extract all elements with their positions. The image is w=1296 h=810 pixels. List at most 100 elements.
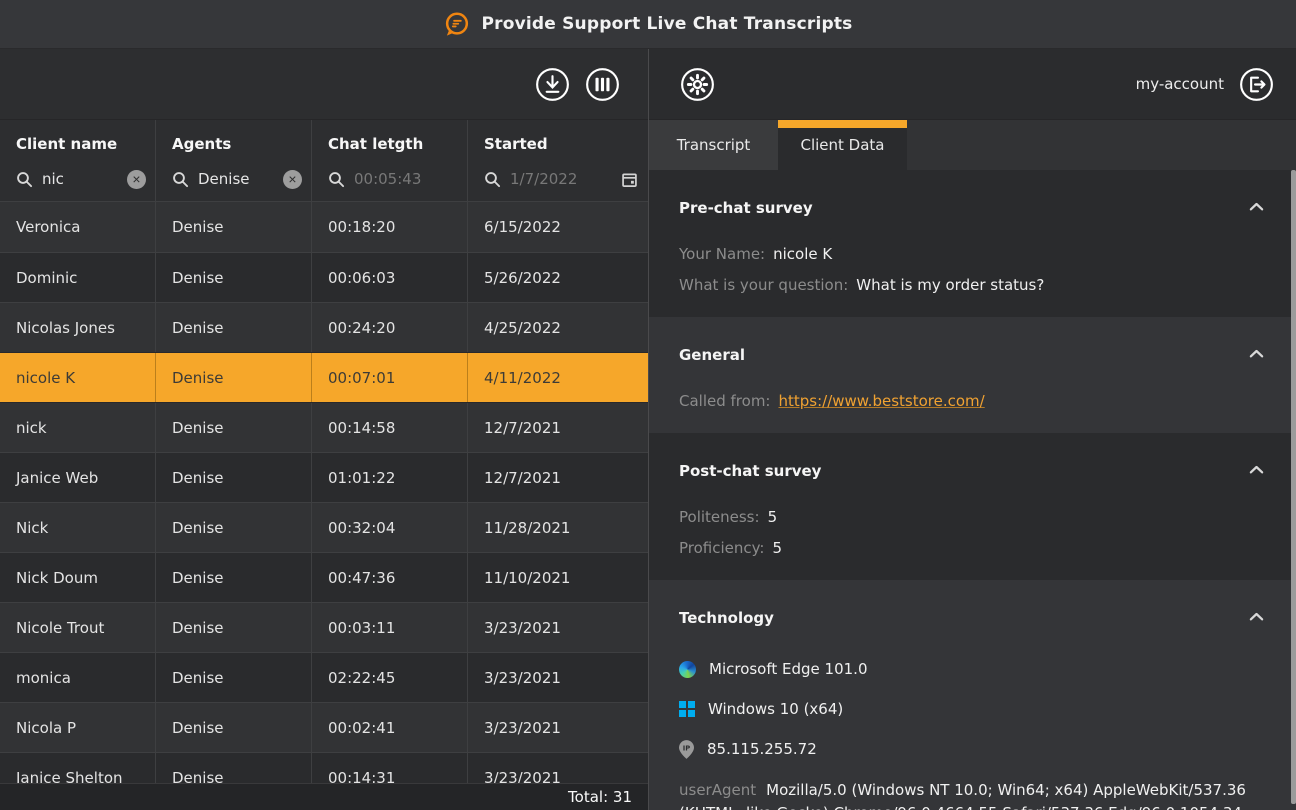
transcripts-list-panel: Client name × Agents xyxy=(0,49,649,810)
tech-item-text: Windows 10 (x64) xyxy=(708,700,843,718)
table-row[interactable]: nicole KDenise00:07:014/11/2022 xyxy=(0,352,648,402)
cell-started: 12/7/2021 xyxy=(468,403,648,452)
column-agents: Agents × xyxy=(156,120,312,201)
table-row[interactable]: VeronicaDenise00:18:206/15/2022 xyxy=(0,202,648,252)
cell-client: Nick Doum xyxy=(0,553,156,602)
cell-client: nick xyxy=(0,403,156,452)
table-row[interactable]: Nicolas JonesDenise00:24:204/25/2022 xyxy=(0,302,648,352)
calendar-button[interactable] xyxy=(619,169,639,189)
column-header-client-name[interactable]: Client name xyxy=(16,135,155,153)
called-from-link[interactable]: https://www.beststore.com/ xyxy=(778,392,984,410)
cell-client: Nicolas Jones xyxy=(0,303,156,352)
tech-item: Windows 10 (x64) xyxy=(679,689,1266,729)
svg-text:IP: IP xyxy=(683,744,691,752)
cell-started: 6/15/2022 xyxy=(468,202,648,252)
field-row: Your Name:nicole K xyxy=(679,239,1266,270)
table-body: VeronicaDenise00:18:206/15/2022DominicDe… xyxy=(0,202,648,783)
tab-transcript[interactable]: Transcript xyxy=(649,120,778,170)
section-post-chat-survey: Post-chat survey Politeness:5Proficiency:… xyxy=(649,433,1296,580)
field-value: 5 xyxy=(768,508,778,526)
cell-client: Dominic xyxy=(0,253,156,302)
cell-agent: Denise xyxy=(156,403,312,452)
tech-item: Microsoft Edge 101.0 xyxy=(679,649,1266,689)
ip-icon: IP xyxy=(679,740,694,759)
section-pre-chat-survey: Pre-chat surveyYour Name:nicole KWhat is… xyxy=(649,170,1296,317)
section-header: General xyxy=(679,345,1266,364)
cell-agent: Denise xyxy=(156,253,312,302)
collapse-section-button[interactable] xyxy=(1247,608,1266,627)
detail-toolbar: my-account xyxy=(649,49,1296,120)
filter-chat-length xyxy=(328,168,467,190)
cell-started: 4/25/2022 xyxy=(468,303,648,352)
chevron-up-icon xyxy=(1249,463,1264,478)
column-header-agents[interactable]: Agents xyxy=(172,135,311,153)
tab-bar: TranscriptClient Data xyxy=(649,120,1296,170)
cell-started: 3/23/2021 xyxy=(468,753,648,783)
table-footer: Total: 31 xyxy=(0,783,648,810)
table-row[interactable]: monicaDenise02:22:453/23/2021 xyxy=(0,652,648,702)
cell-client: Janice Shelton xyxy=(0,753,156,783)
table-row[interactable]: nickDenise00:14:5812/7/2021 xyxy=(0,402,648,452)
collapse-section-button[interactable] xyxy=(1247,345,1266,364)
started-filter-input[interactable] xyxy=(510,170,610,188)
logout-icon xyxy=(1239,67,1274,102)
column-chat-length: Chat letgth xyxy=(312,120,468,201)
section-title: General xyxy=(679,346,745,364)
cell-client: Nicole Trout xyxy=(0,603,156,652)
column-client-name: Client name × xyxy=(0,120,156,201)
table-row[interactable]: Janice SheltonDenise00:14:313/23/2021 xyxy=(0,752,648,783)
table-row[interactable]: Janice WebDenise01:01:2212/7/2021 xyxy=(0,452,648,502)
filter-started xyxy=(484,168,648,190)
field-row: What is your question:What is my order s… xyxy=(679,270,1266,301)
cell-length: 01:01:22 xyxy=(312,453,468,502)
clear-client-name-filter-button[interactable]: × xyxy=(127,170,146,189)
cell-started: 3/23/2021 xyxy=(468,603,648,652)
section-technology: TechnologyMicrosoft Edge 101.0Windows 10… xyxy=(649,580,1296,810)
section-header: Post-chat survey xyxy=(679,461,1266,480)
tech-item-text: Microsoft Edge 101.0 xyxy=(709,660,868,678)
cell-agent: Denise xyxy=(156,753,312,783)
agents-filter-input[interactable] xyxy=(198,170,274,188)
calendar-icon xyxy=(621,171,638,188)
table-row[interactable]: Nicole TroutDenise00:03:113/23/2021 xyxy=(0,602,648,652)
columns-button[interactable] xyxy=(584,66,620,102)
column-header-started[interactable]: Started xyxy=(484,135,648,153)
table-row[interactable]: DominicDenise00:06:035/26/2022 xyxy=(0,252,648,302)
table-header: Client name × Agents xyxy=(0,120,648,202)
chat-length-filter-input[interactable] xyxy=(354,170,458,188)
clear-agents-filter-button[interactable]: × xyxy=(283,170,302,189)
cell-length: 00:03:11 xyxy=(312,603,468,652)
cell-client: monica xyxy=(0,653,156,702)
cell-agent: Denise xyxy=(156,453,312,502)
cell-length: 00:24:20 xyxy=(312,303,468,352)
chevron-up-icon xyxy=(1249,347,1264,362)
logout-button[interactable] xyxy=(1238,66,1274,102)
table-row[interactable]: Nick DoumDenise00:47:3611/10/2021 xyxy=(0,552,648,602)
field-value: nicole K xyxy=(773,245,832,263)
client-name-filter-input[interactable] xyxy=(42,170,118,188)
collapse-section-button[interactable] xyxy=(1247,198,1266,217)
windows-icon xyxy=(679,701,695,717)
cell-length: 00:07:01 xyxy=(312,353,468,402)
tab-client-data[interactable]: Client Data xyxy=(778,120,907,170)
column-header-chat-length[interactable]: Chat letgth xyxy=(328,135,467,153)
cell-agent: Denise xyxy=(156,353,312,402)
download-button[interactable] xyxy=(534,66,570,102)
cell-length: 00:18:20 xyxy=(312,202,468,252)
field-row: Proficiency:5 xyxy=(679,533,1266,564)
cell-length: 00:02:41 xyxy=(312,703,468,752)
account-name[interactable]: my-account xyxy=(1136,75,1224,93)
scrollbar[interactable] xyxy=(1291,170,1296,804)
cell-agent: Denise xyxy=(156,303,312,352)
field-value: 5 xyxy=(772,539,782,557)
table-row[interactable]: NickDenise00:32:0411/28/2021 xyxy=(0,502,648,552)
columns-icon xyxy=(585,67,620,102)
field-row: Politeness:5 xyxy=(679,502,1266,533)
column-started: Started xyxy=(468,120,648,201)
user-agent-value: Mozilla/5.0 (Windows NT 10.0; Win64; x64… xyxy=(679,781,1246,810)
collapse-section-button[interactable] xyxy=(1247,461,1266,480)
app-header: Provide Support Live Chat Transcripts xyxy=(0,0,1296,49)
settings-button[interactable] xyxy=(679,66,715,102)
table-row[interactable]: Nicola PDenise00:02:413/23/2021 xyxy=(0,702,648,752)
cell-client: Veronica xyxy=(0,202,156,252)
